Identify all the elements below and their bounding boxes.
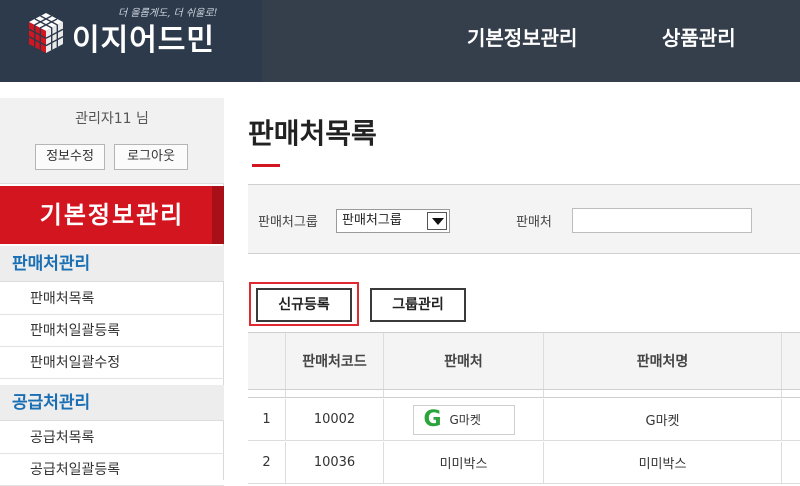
seller-logo-text: G마켓 [449, 413, 481, 427]
logo[interactable]: 더 올롭게도, 더 쉬울로! 이지어드민 [0, 0, 262, 82]
nav-product[interactable]: 상품관리 [662, 22, 736, 51]
row-seller: G G마켓 [384, 399, 544, 440]
group-manage-button[interactable]: 그룹관리 [370, 288, 466, 322]
row-seller-code: 10002 [286, 399, 384, 440]
header-seller-code[interactable]: 판매처코드 [286, 333, 384, 389]
seller-group-select[interactable]: 판매처그룹 [336, 209, 450, 233]
user-name: 관리자11 님 [75, 111, 149, 127]
spacer-cell [286, 390, 384, 397]
sidebar: 관리자11 님 정보수정 로그아웃 기본정보관리 판매처관리 판매처목록 판매처… [0, 98, 224, 486]
header-no [248, 333, 286, 389]
sidebar-item-seller-list[interactable]: 판매처목록 [0, 284, 224, 315]
sidebar-item-seller-bulk-edit[interactable]: 판매처일괄수정 [0, 348, 224, 379]
header-seller[interactable]: 판매처 [384, 333, 544, 389]
row-extra [782, 399, 800, 440]
chevron-down-icon[interactable] [427, 212, 447, 230]
sidebar-section-supplier[interactable]: 공급처관리 [0, 385, 224, 421]
row-seller-name[interactable]: G마켓 [544, 399, 782, 440]
info-edit-button[interactable]: 정보수정 [35, 144, 105, 170]
row-seller-code: 10036 [286, 442, 384, 483]
row-seller-name[interactable]: 미미박스 [544, 442, 782, 483]
top-header: 더 올롭게도, 더 쉬울로! 이지어드민 기본정보관리 상품관리 [0, 0, 800, 82]
seller-label: 판매처 [516, 215, 552, 230]
row-extra [782, 442, 800, 483]
row-no: 2 [248, 442, 286, 483]
table-row[interactable]: 2 10036 미미박스 미미박스 [248, 442, 800, 484]
table-header-row: 판매처코드 판매처 판매처명 [248, 332, 800, 390]
row-no: 1 [248, 399, 286, 440]
g-market-icon: G [423, 407, 442, 432]
sidebar-item-supplier-list[interactable]: 공급처목록 [0, 423, 224, 454]
seller-input[interactable] [572, 208, 752, 233]
page-title: 판매처목록 [248, 117, 377, 150]
logout-button[interactable]: 로그아웃 [114, 144, 188, 170]
header-extra [782, 333, 800, 389]
header-seller-name[interactable]: 판매처명 [544, 333, 782, 389]
seller-logo-badge: G G마켓 [412, 404, 515, 435]
spacer-cell [544, 390, 782, 397]
search-panel: 판매처그룹 판매처그룹 판매처 [248, 184, 800, 254]
user-box: 관리자11 님 정보수정 로그아웃 [0, 98, 224, 184]
sidebar-item-supplier-bulk-register[interactable]: 공급처일괄등록 [0, 455, 224, 486]
title-underline [252, 164, 280, 167]
nav-basic-info[interactable]: 기본정보관리 [467, 22, 577, 51]
sidebar-title: 기본정보관리 [0, 186, 224, 244]
seller-group-selected: 판매처그룹 [342, 213, 402, 228]
spacer-cell [384, 390, 544, 397]
logo-text: 이지어드민 [72, 23, 215, 58]
seller-group-label: 판매처그룹 [258, 215, 318, 230]
sidebar-section-seller[interactable]: 판매처관리 [0, 246, 224, 282]
logo-cube-icon [28, 13, 64, 53]
row-seller: 미미박스 [384, 442, 544, 483]
table-spacer [248, 390, 800, 398]
table-row[interactable]: 1 10002 G G마켓 G마켓 [248, 399, 800, 441]
new-register-button[interactable]: 신규등록 [256, 288, 352, 322]
spacer-cell [248, 390, 286, 397]
sidebar-item-seller-bulk-register[interactable]: 판매처일괄등록 [0, 316, 224, 347]
